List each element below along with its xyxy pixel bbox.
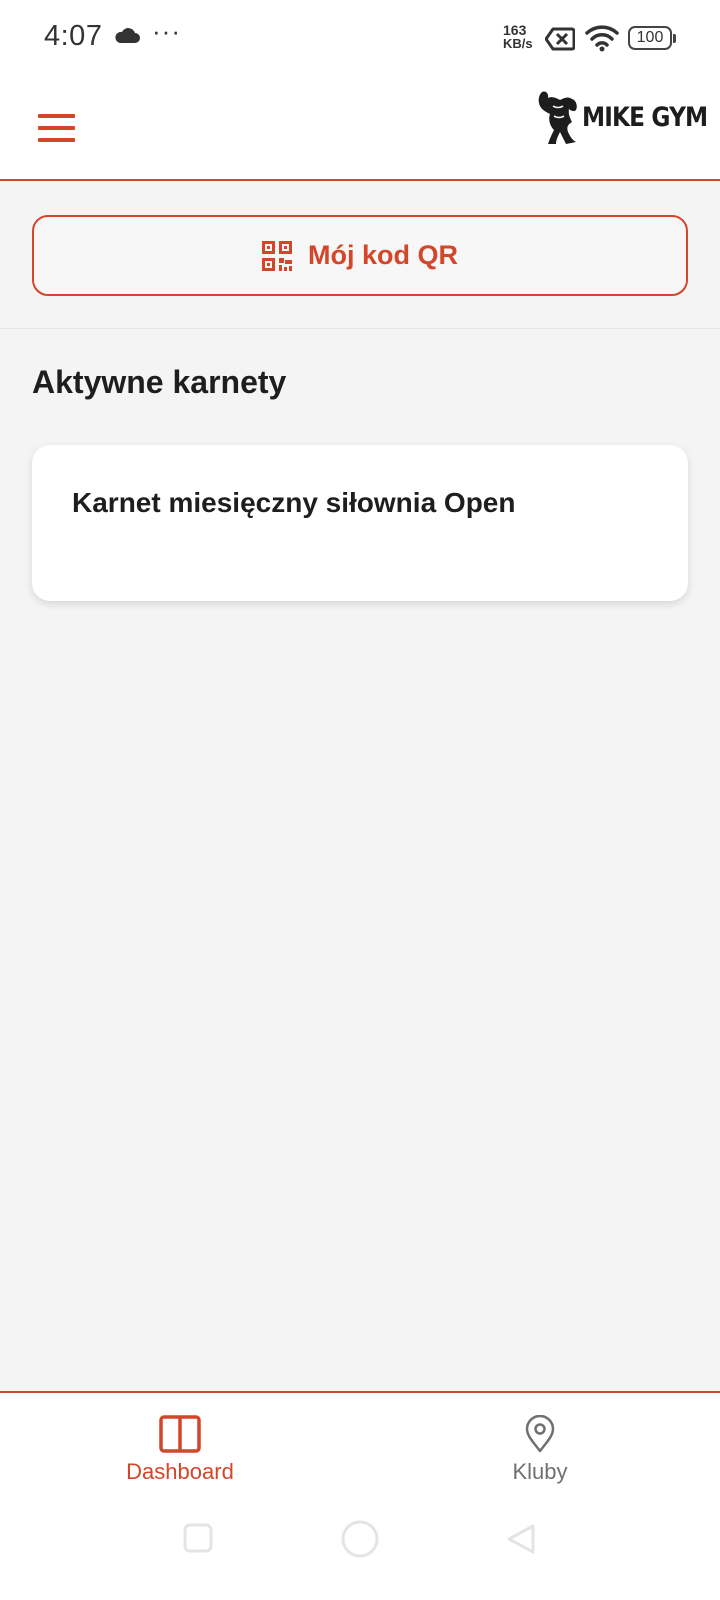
location-pin-icon (525, 1415, 555, 1453)
qr-code-icon (262, 240, 292, 271)
nav-item-dashboard[interactable]: Dashboard (80, 1393, 280, 1501)
qr-button-label: Mój kod QR (308, 240, 458, 270)
my-qr-code-button[interactable]: Mój kod QR (32, 215, 688, 296)
wifi-icon (585, 24, 619, 57)
no-sim-icon (544, 27, 576, 56)
battery-indicator: 100 (628, 26, 676, 50)
app-header: MIKE GYM (0, 78, 720, 181)
pass-name: Karnet miesięczny siłownia Open (72, 487, 516, 518)
dashboard-columns-icon (159, 1415, 201, 1453)
home-icon[interactable] (340, 1519, 380, 1559)
network-speed-unit: KB/s (503, 36, 533, 51)
status-time: 4:07 (44, 20, 103, 52)
system-nav-bar (0, 1501, 720, 1600)
network-speed: 163 KB/s (503, 23, 543, 51)
pass-card[interactable]: Karnet miesięczny siłownia Open (32, 445, 688, 601)
recent-apps-icon[interactable] (183, 1523, 213, 1553)
hamburger-menu-icon[interactable] (38, 108, 78, 148)
bottom-nav: Dashboard Kluby (0, 1391, 720, 1501)
qr-section: Mój kod QR (0, 181, 720, 329)
nav-item-kluby[interactable]: Kluby (440, 1393, 640, 1501)
mike-gym-logo: MIKE GYM (536, 88, 708, 146)
bodybuilder-logo-icon (538, 91, 577, 144)
active-passes-title: Aktywne karnety (32, 364, 287, 400)
nav-label-dashboard: Dashboard (126, 1459, 234, 1484)
nav-label-kluby: Kluby (512, 1459, 568, 1484)
back-icon[interactable] (505, 1523, 537, 1555)
cloud-icon (114, 28, 140, 49)
overflow-dots: ··· (152, 16, 181, 46)
logo-text: MIKE GYM (582, 102, 708, 133)
status-bar: 4:07 ··· 163 KB/s 100 (0, 0, 720, 78)
